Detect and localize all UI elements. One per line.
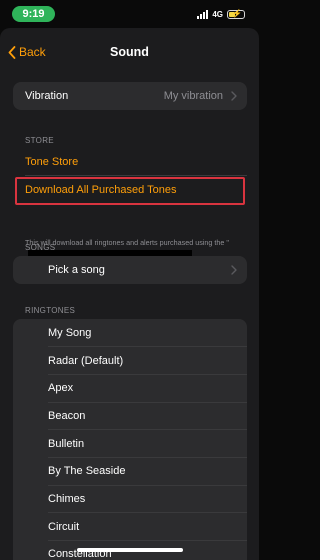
battery-charging-icon: ⚡ <box>227 9 245 19</box>
navigation-bar: Back Sound <box>0 28 259 80</box>
tone-store-row[interactable]: Tone Store <box>13 148 247 176</box>
sound-settings-sheet: Back Sound Vibration My vibration STORE … <box>0 28 259 560</box>
vibration-label: Vibration <box>25 89 69 102</box>
status-indicators: 4G ⚡ <box>197 8 245 20</box>
chevron-right-icon <box>231 91 237 101</box>
ringtone-label: Bulletin <box>48 437 85 450</box>
page-title: Sound <box>110 45 149 59</box>
ringtone-item[interactable]: My Song <box>13 319 247 347</box>
network-type: 4G <box>212 9 223 19</box>
tone-store-highlight <box>15 177 245 205</box>
home-indicator[interactable] <box>77 548 183 552</box>
ringtone-item[interactable]: Apex <box>13 374 247 403</box>
songs-group: Pick a song <box>13 256 247 284</box>
ringtone-item[interactable]: Radar (Default) <box>13 347 247 375</box>
vibration-value: My vibration <box>163 89 223 102</box>
ringtones-header: RINGTONES <box>25 306 76 315</box>
ringtone-item[interactable]: Bulletin <box>13 430 247 458</box>
ringtones-list: My Song Radar (Default) Apex Beacon Bull… <box>13 319 247 560</box>
ringtone-label: Beacon <box>48 409 86 422</box>
ringtone-label: By The Seaside <box>48 465 126 478</box>
store-footnote: This will download all ringtones and ale… <box>25 238 245 258</box>
ringtone-label: Circuit <box>48 520 80 533</box>
store-footnote-text: This will download all ringtones and ale… <box>25 238 229 247</box>
ringtone-label: Apex <box>48 382 74 395</box>
pick-song-row[interactable]: Pick a song <box>13 256 247 284</box>
ringtone-item[interactable]: Chimes <box>13 485 247 513</box>
tone-store-link: Tone Store <box>25 155 79 168</box>
chevron-right-icon <box>231 265 237 275</box>
ringtone-item[interactable]: Circuit <box>13 513 247 541</box>
ringtone-item[interactable]: Beacon <box>13 402 247 430</box>
status-time: 9:19 <box>12 6 55 22</box>
vibration-group: Vibration My vibration <box>13 82 247 110</box>
store-header: STORE <box>25 136 54 145</box>
status-bar: 9:19 4G ⚡ <box>0 0 259 26</box>
signal-bars-icon <box>197 9 209 19</box>
ringtone-label: Radar (Default) <box>48 354 124 367</box>
ringtone-item[interactable]: By The Seaside <box>13 457 247 486</box>
songs-header: SONGS <box>25 243 56 252</box>
ringtone-label: Chimes <box>48 492 86 505</box>
vibration-row[interactable]: Vibration My vibration <box>13 82 247 110</box>
pick-song-label: Pick a song <box>48 263 105 276</box>
ringtone-label: My Song <box>48 326 92 339</box>
